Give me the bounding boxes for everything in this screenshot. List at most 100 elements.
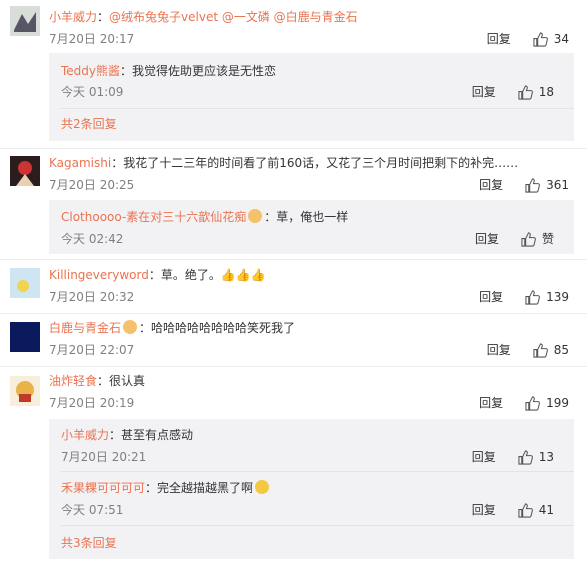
comment-mentions[interactable]: @绒布兔兔子velvet @一文磷 @白鹿与青金石 — [109, 10, 358, 24]
reply-button[interactable]: 回复 — [472, 449, 496, 465]
divider — [61, 108, 574, 109]
like-button[interactable]: 199 — [525, 395, 569, 411]
comment-time: 7月20日 20:17 — [49, 32, 135, 46]
comment: Kagamishi：我花了十二三年的时间看了前160话，又花了三个月时间把剩下的… — [0, 150, 587, 260]
reply-content: ：草，俺也一样 — [264, 210, 349, 224]
reply-username[interactable]: 小羊威力 — [61, 428, 109, 442]
reply-text: 小羊威力：甚至有点感动 — [61, 427, 193, 443]
reply-time: 今天 01:09 — [61, 85, 124, 99]
reply-content: 甚至有点感动 — [121, 428, 194, 442]
avatar[interactable] — [10, 268, 40, 298]
like-button[interactable]: 13 — [518, 449, 554, 465]
thumbs-up-icon — [525, 289, 540, 305]
reply-username[interactable]: Clothoooo-素在对三十六歆仙花痴 — [61, 210, 246, 224]
reply-text: Clothoooo-素在对三十六歆仙花痴 ：草，俺也一样 — [61, 209, 348, 225]
like-button[interactable]: 18 — [518, 84, 554, 100]
comment-text: Kagamishi：我花了十二三年的时间看了前160话，又花了三个月时间把剩下的… — [49, 155, 518, 171]
reply-button[interactable]: 回复 — [479, 289, 503, 305]
comment-time: 7月20日 20:32 — [49, 290, 135, 304]
reply-button[interactable]: 回复 — [487, 342, 511, 358]
comment-content: 很认真 — [109, 374, 146, 388]
like-count: 199 — [546, 396, 569, 410]
like-button[interactable]: 361 — [525, 177, 569, 193]
thumbs-up-icon — [533, 342, 548, 358]
thumbs-up-icon — [521, 231, 536, 247]
like-button[interactable]: 85 — [533, 342, 569, 358]
comment-username[interactable]: 油炸轻食 — [49, 374, 97, 388]
thumbs-up-icon — [525, 177, 540, 193]
reply-box: Clothoooo-素在对三十六歆仙花痴 ：草，俺也一样 今天 02:42 回复 … — [49, 200, 574, 254]
reply-time: 今天 07:51 — [61, 503, 124, 517]
divider — [61, 525, 574, 526]
like-count: 18 — [538, 85, 554, 99]
reply-username[interactable]: Teddy熊酱 — [61, 64, 120, 78]
like-button[interactable]: 41 — [518, 502, 554, 518]
colon: ： — [97, 10, 110, 24]
reply-box: 小羊威力：甚至有点感动 7月20日 20:21 回复 13 禾果粿可可可可：完全… — [49, 419, 574, 559]
like-count: 赞 — [541, 232, 554, 246]
comment-text: 白鹿与青金石 ：哈哈哈哈哈哈哈哈笑死我了 — [49, 320, 295, 336]
comment-username[interactable]: Killingeveryword — [49, 268, 149, 282]
blushing-emoji-icon — [123, 320, 138, 334]
comment-content: 草。绝了。 — [160, 268, 221, 282]
reply-content: 完全越描越黑了啊 — [157, 481, 254, 495]
comment-time: 7月20日 20:19 — [49, 396, 135, 410]
comment: 油炸轻食：很认真 7月20日 20:19 回复 199 小羊威力：甚至有点感动 … — [0, 367, 587, 563]
comment-username[interactable]: 白鹿与青金石 — [49, 321, 121, 335]
thumbs-up-icon — [518, 449, 533, 465]
like-button[interactable]: 赞 — [521, 231, 554, 247]
comment-time: 7月20日 20:25 — [49, 178, 135, 192]
thumbs-up-icon — [525, 395, 540, 411]
more-replies-link[interactable]: 共3条回复 — [61, 535, 117, 551]
comment-content: 我花了十二三年的时间看了前160话，又花了三个月时间把剩下的补完…… — [123, 156, 519, 170]
reply-text: Teddy熊酱：我觉得佐助更应该是无性恋 — [61, 63, 276, 79]
avatar[interactable] — [10, 376, 40, 406]
like-count: 139 — [546, 290, 569, 304]
reply-button[interactable]: 回复 — [487, 31, 511, 47]
colon: ： — [109, 428, 122, 442]
comment-username[interactable]: Kagamishi — [49, 156, 111, 170]
divider — [61, 471, 574, 472]
thumbs-up-icon — [518, 84, 533, 100]
like-count: 361 — [546, 178, 569, 192]
like-count: 85 — [553, 343, 569, 357]
avatar[interactable] — [10, 156, 40, 186]
colon: ： — [139, 321, 152, 335]
reply-username[interactable]: 禾果粿可可可可 — [61, 481, 145, 495]
reply-button[interactable]: 回复 — [479, 177, 503, 193]
reply-text: 禾果粿可可可可：完全越描越黑了啊 — [61, 480, 270, 496]
reply-button[interactable]: 回复 — [472, 502, 496, 518]
comment-text: 小羊威力：@绒布兔兔子velvet @一文磷 @白鹿与青金石 — [49, 9, 358, 25]
reply-button[interactable]: 回复 — [479, 395, 503, 411]
avatar[interactable] — [10, 6, 40, 36]
thumbs-up-icon — [533, 31, 548, 47]
comment-text: 油炸轻食：很认真 — [49, 373, 145, 389]
like-count: 34 — [553, 32, 569, 46]
thumbs-up-emoji-icon: 👍👍👍 — [220, 268, 266, 282]
reply-time: 今天 02:42 — [61, 232, 124, 246]
colon: ： — [97, 374, 110, 388]
blushing-emoji-icon — [248, 209, 263, 223]
reply-button[interactable]: 回复 — [472, 84, 496, 100]
like-button[interactable]: 34 — [533, 31, 569, 47]
comment: Killingeveryword：草。绝了。👍👍👍 7月20日 20:32 回复… — [0, 260, 587, 312]
separator — [0, 148, 587, 149]
comment-time: 7月20日 22:07 — [49, 343, 135, 357]
colon: ： — [111, 156, 124, 170]
more-replies-link[interactable]: 共2条回复 — [61, 116, 117, 132]
reply-button[interactable]: 回复 — [475, 231, 499, 247]
thumbs-up-icon — [518, 502, 533, 518]
comment-username[interactable]: 小羊威力 — [49, 10, 97, 24]
like-button[interactable]: 139 — [525, 289, 569, 305]
colon: ： — [148, 268, 161, 282]
colon: ： — [120, 64, 133, 78]
reply-box: Teddy熊酱：我觉得佐助更应该是无性恋 今天 01:09 回复 18 共2条回… — [49, 53, 574, 141]
like-count: 41 — [538, 503, 554, 517]
comment: 小羊威力：@绒布兔兔子velvet @一文磷 @白鹿与青金石 7月20日 20:… — [0, 0, 587, 150]
comment-content: 哈哈哈哈哈哈哈哈笑死我了 — [151, 321, 296, 335]
colon: ： — [145, 481, 158, 495]
avatar[interactable] — [10, 322, 40, 352]
like-count: 13 — [538, 450, 554, 464]
comment-text: Killingeveryword：草。绝了。👍👍👍 — [49, 267, 266, 283]
reply-content: 我觉得佐助更应该是无性恋 — [132, 64, 277, 78]
